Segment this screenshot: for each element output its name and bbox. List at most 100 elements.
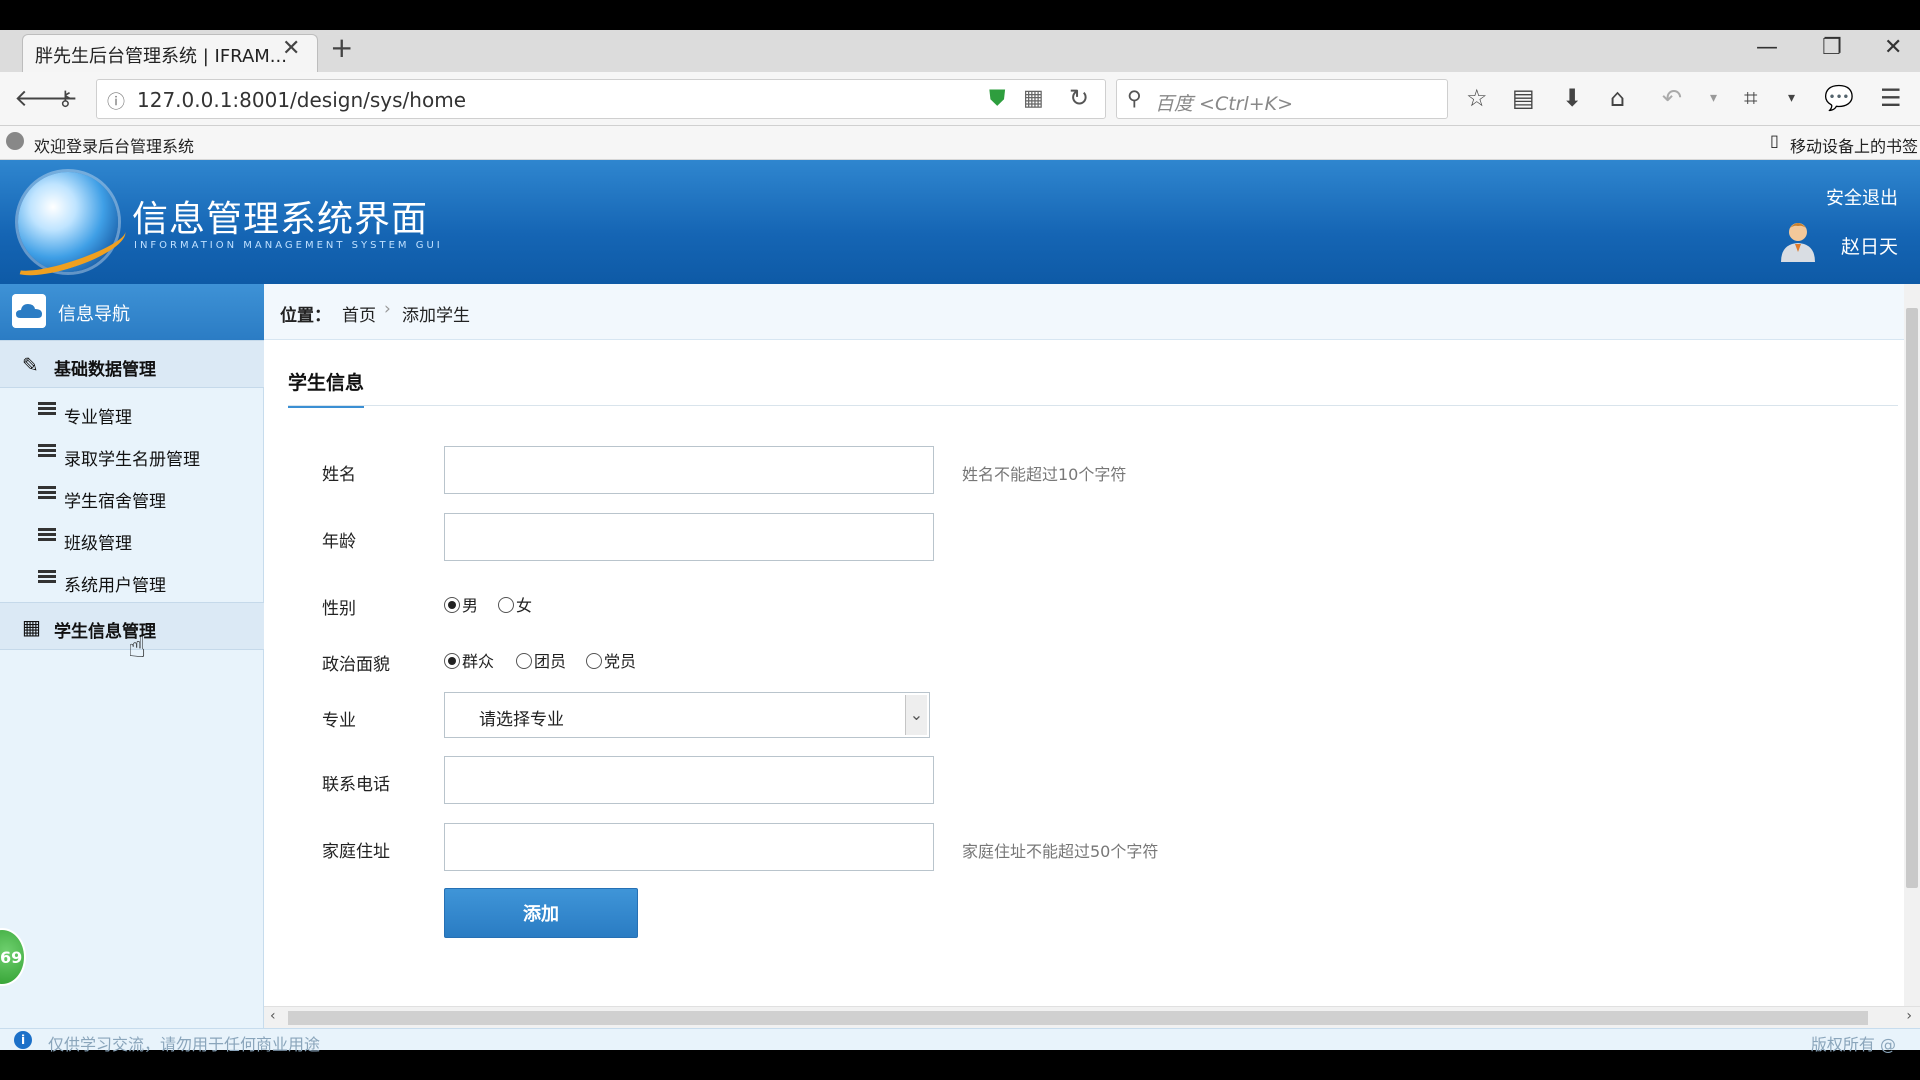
political-masses-radio[interactable]: 群众: [444, 648, 494, 672]
gender-male-radio[interactable]: 男: [444, 592, 478, 616]
menu-icon[interactable]: ☰: [1880, 82, 1902, 114]
main-content: 位置： 首页 › 添加学生 学生信息 姓名 姓名不能超过10个字符 年龄 性别 …: [264, 284, 1920, 1010]
age-label: 年龄: [322, 532, 356, 552]
address-input[interactable]: [444, 823, 934, 871]
radio-label: 群众: [462, 652, 495, 671]
sidebar-item-label: 班级管理: [64, 534, 132, 554]
list-icon: [38, 570, 56, 586]
sidebar-item-admission-roster[interactable]: 录取学生名册管理: [0, 434, 264, 476]
phone-input[interactable]: [444, 756, 934, 804]
info-icon[interactable]: ⓘ: [107, 88, 125, 114]
sidebar-item-dormitory[interactable]: 学生宿舍管理: [0, 476, 264, 518]
sidebar-item-label: 学生宿舍管理: [64, 492, 166, 512]
close-tab-icon[interactable]: ✕: [282, 36, 300, 61]
radio-label: 党员: [604, 652, 637, 671]
crop-icon[interactable]: ⌗: [1744, 82, 1758, 114]
shield-icon[interactable]: ⛊: [989, 86, 1006, 111]
mobile-device-icon: ▯: [1770, 131, 1779, 150]
search-icon: ⚲: [1127, 86, 1142, 110]
undo-icon[interactable]: ↶: [1662, 82, 1682, 114]
radio-dot: [444, 653, 460, 669]
breadcrumb-separator: ›: [384, 299, 391, 319]
sidebar-nav-title: 信息导航: [58, 304, 130, 325]
logout-link[interactable]: 安全退出: [1826, 184, 1898, 210]
list-icon: [38, 528, 56, 544]
browser-tab[interactable]: 胖先生后台管理系统 | IFRAM...: [22, 34, 318, 72]
political-league-radio[interactable]: 团员: [516, 648, 566, 672]
major-selected-value: 请选择专业: [479, 710, 564, 730]
sidebar-item-major[interactable]: 专业管理: [0, 392, 264, 434]
footer: i 仅供学习交流，请勿用于任何商业用途 版权所有 @: [0, 1028, 1920, 1054]
list-icon: [38, 444, 56, 460]
political-label: 政治面貌: [322, 655, 390, 675]
crop-dropdown-icon[interactable]: ▾: [1788, 82, 1795, 114]
vertical-scrollbar[interactable]: [1904, 284, 1920, 1010]
breadcrumb-label: 位置：: [280, 306, 331, 326]
mobile-bookmarks[interactable]: 移动设备上的书签: [1790, 133, 1918, 157]
info-icon: i: [14, 1031, 32, 1049]
qrcode-icon[interactable]: ▦: [1023, 86, 1044, 111]
username[interactable]: 赵日天: [1841, 232, 1898, 259]
horizontal-scroll-thumb[interactable]: [288, 1011, 1868, 1025]
address-hint: 家庭住址不能超过50个字符: [962, 842, 1159, 861]
undo-dropdown-icon[interactable]: ▾: [1710, 82, 1717, 114]
major-select[interactable]: 请选择专业 ⌄: [444, 692, 930, 738]
phone-label: 联系电话: [322, 775, 390, 795]
sidebar-nav-header: 信息导航: [0, 284, 264, 340]
url-bar[interactable]: ⓘ 127.0.0.1:8001/design/sys/home ⛊ ▦ ↻: [96, 79, 1106, 119]
home-icon[interactable]: ⌂: [1610, 82, 1625, 114]
section-divider: [288, 405, 1898, 406]
user-avatar-icon: [1781, 223, 1815, 262]
gender-female-radio[interactable]: 女: [498, 592, 532, 616]
close-window-icon[interactable]: ✕: [1884, 34, 1902, 62]
reading-list-icon[interactable]: ▤: [1512, 82, 1535, 114]
sidebar-item-label: 专业管理: [64, 408, 132, 428]
sidebar-group-basic-data[interactable]: ✎ 基础数据管理: [0, 340, 264, 388]
name-label: 姓名: [322, 465, 356, 485]
radio-dot: [586, 653, 602, 669]
breadcrumb-home[interactable]: 首页: [342, 301, 376, 326]
restore-icon[interactable]: ❐: [1822, 34, 1842, 62]
radio-dot: [498, 597, 514, 613]
scroll-left-icon[interactable]: ‹: [270, 1008, 276, 1024]
new-tab-button[interactable]: +: [330, 34, 353, 62]
radio-dot: [516, 653, 532, 669]
sidebar-item-label: 系统用户管理: [64, 576, 166, 596]
list-icon: [38, 486, 56, 502]
reload-icon[interactable]: ↻: [1069, 84, 1089, 112]
sidebar-item-class[interactable]: 班级管理: [0, 518, 264, 560]
name-input[interactable]: [444, 446, 934, 494]
vertical-scroll-thumb[interactable]: [1906, 308, 1918, 888]
browser-nav-bar: 🡐 ⚷ ⓘ 127.0.0.1:8001/design/sys/home ⛊ ▦…: [0, 72, 1920, 126]
scroll-right-icon[interactable]: ›: [1906, 1008, 1912, 1024]
footer-copyright: 版权所有 @: [1810, 1035, 1896, 1054]
footer-notice: 仅供学习交流，请勿用于任何商业用途: [48, 1035, 321, 1054]
chat-icon[interactable]: 💬: [1824, 82, 1854, 114]
sidebar-group-label: 基础数据管理: [54, 360, 156, 380]
horizontal-scrollbar[interactable]: ‹ ›: [264, 1006, 1920, 1028]
edit-icon: ✎: [22, 353, 39, 377]
major-label: 专业: [322, 711, 356, 731]
tab-title: 胖先生后台管理系统 | IFRAM...: [35, 46, 287, 67]
age-input[interactable]: [444, 513, 934, 561]
political-party-radio[interactable]: 党员: [586, 648, 636, 672]
radio-label: 女: [516, 596, 533, 615]
add-button[interactable]: 添加: [444, 888, 638, 938]
sidebar-item-system-users[interactable]: 系统用户管理: [0, 560, 264, 602]
key-icon[interactable]: ⚷: [58, 82, 73, 114]
url-text: 127.0.0.1:8001/design/sys/home: [137, 88, 466, 112]
bookmark-star-icon[interactable]: ☆: [1466, 82, 1488, 114]
breadcrumb-current: 添加学生: [402, 306, 470, 326]
globe-icon: [6, 132, 24, 150]
chevron-down-icon[interactable]: ⌄: [905, 695, 927, 735]
minimize-icon[interactable]: —: [1756, 34, 1778, 62]
download-icon[interactable]: ⬇: [1562, 82, 1582, 114]
app-header: 信息管理系统界面 INFORMATION MANAGEMENT SYSTEM G…: [0, 160, 1920, 284]
mouse-cursor-icon: ☝: [128, 630, 147, 665]
bookmark-item[interactable]: 欢迎登录后台管理系统: [34, 133, 194, 157]
tab-student-info[interactable]: 学生信息: [288, 368, 365, 408]
breadcrumb: 位置： 首页 › 添加学生: [264, 284, 1904, 340]
name-hint: 姓名不能超过10个字符: [962, 465, 1127, 484]
search-bar[interactable]: ⚲ 百度 <Ctrl+K>: [1116, 79, 1448, 119]
cloud-icon: [12, 294, 46, 328]
